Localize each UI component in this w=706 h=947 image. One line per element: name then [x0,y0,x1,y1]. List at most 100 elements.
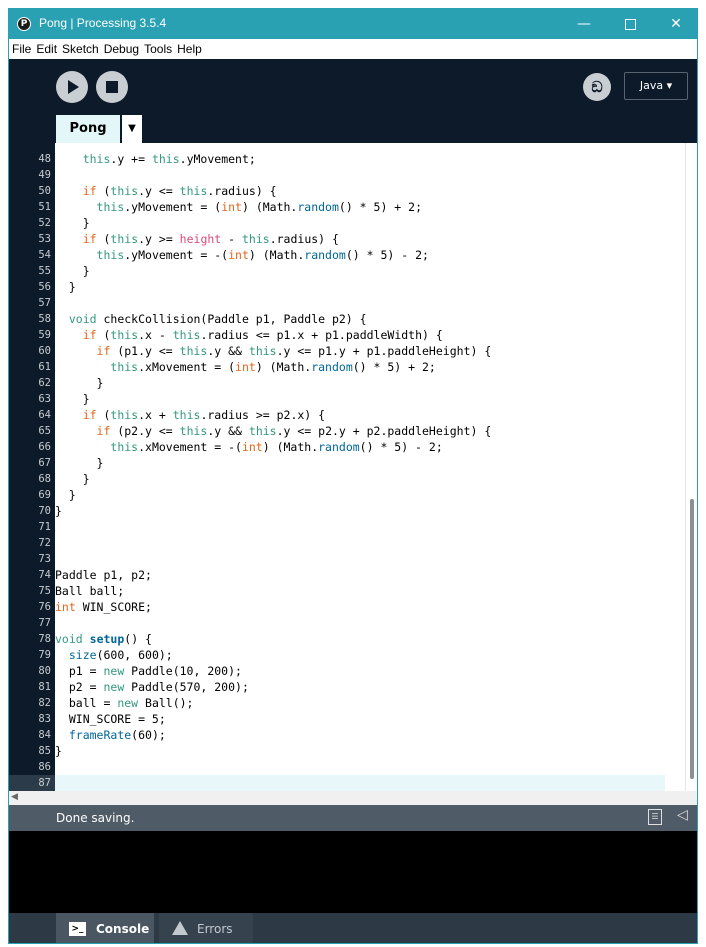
menu-debug[interactable]: Debug [104,42,139,56]
code-line[interactable]: void checkCollision(Paddle p1, Paddle p2… [55,311,665,327]
code-line[interactable]: ball = new Ball(); [55,695,665,711]
code-line[interactable]: } [55,391,665,407]
code-token: () * 5) - 2; [345,248,429,262]
menu-file[interactable]: File [12,42,31,56]
code-line[interactable]: } [55,455,665,471]
code-editor[interactable]: 48 49 50 51 52 53 54 55 56 57 58 59 60 61 62 63 64 65 66 67… [9,143,697,791]
status-bar: Done saving. ☰ ◁ [9,805,697,831]
code-line[interactable]: if (this.y <= this.radius) { [55,183,665,199]
maximize-button[interactable] [607,9,653,39]
code-token: } [55,216,90,230]
menu-sketch[interactable]: Sketch [62,42,99,56]
code-line[interactable]: } [55,263,665,279]
code-text-area[interactable]: this.y += this.yMovement; if (this.y <= … [55,143,685,791]
collapse-arrow-icon[interactable]: ◁ [677,807,688,823]
code-line[interactable] [55,551,665,567]
line-number: 61 [38,361,51,373]
title-bar[interactable]: P Pong | Processing 3.5.4 — ✕ [9,9,697,39]
minimize-button[interactable]: — [561,9,607,39]
code-token: random [318,440,360,454]
code-token: this [151,152,180,166]
code-line[interactable]: this.xMovement = (int) (Math.random() * … [55,359,665,375]
code-token: ( [96,408,111,422]
maximize-icon [624,18,636,30]
tab-errors[interactable]: Errors [159,913,253,943]
horizontal-scrollbar[interactable]: ◀ [9,791,697,805]
code-token: () { [124,632,152,646]
scroll-left-icon[interactable]: ◀ [11,792,18,802]
code-token: this [110,184,139,198]
code-token: ( [96,184,111,198]
vertical-scroll-thumb[interactable] [690,499,694,779]
code-token: if [82,232,97,246]
code-line[interactable]: p1 = new Paddle(10, 200); [55,663,665,679]
line-number: 84 [38,729,51,741]
code-line[interactable]: void setup() { [55,631,665,647]
debug-button[interactable]: ඞ [583,73,611,101]
code-line[interactable]: int WIN_SCORE; [55,599,665,615]
code-line[interactable]: if (p1.y <= this.y && this.y <= p1.y + p… [55,343,665,359]
tab-pong[interactable]: Pong [56,115,120,143]
code-line[interactable]: if (p2.y <= this.y && this.y <= p2.y + p… [55,423,665,439]
run-button[interactable] [56,71,88,103]
line-number: 86 [38,761,51,773]
code-token: ) (Math. [255,360,312,374]
code-line[interactable] [55,519,665,535]
code-line[interactable]: } [55,743,665,759]
code-line[interactable]: } [55,487,665,503]
code-line[interactable]: Ball ball; [55,583,665,599]
line-number: 80 [38,665,51,677]
code-line[interactable]: this.yMovement = (int) (Math.random() * … [55,199,665,215]
console-output[interactable] [9,831,697,913]
menu-tools[interactable]: Tools [144,42,172,56]
code-line[interactable]: this.yMovement = -(int) (Math.random() *… [55,247,665,263]
code-line[interactable]: } [55,215,665,231]
line-number: 76 [38,601,51,613]
stop-button[interactable] [96,71,128,103]
code-line[interactable]: } [55,471,665,487]
clipboard-icon[interactable]: ☰ [648,809,662,825]
menu-edit[interactable]: Edit [36,42,57,56]
code-line[interactable] [55,167,665,183]
code-token: new [103,680,125,694]
code-line[interactable] [55,615,665,631]
code-line[interactable]: if (this.x - this.radius <= p1.x + p1.pa… [55,327,665,343]
code-line[interactable] [55,775,665,791]
line-number: 58 [38,313,51,325]
code-line[interactable] [55,759,665,775]
line-number: 56 [38,281,51,293]
mode-selector[interactable]: Java ▾ [624,72,688,100]
code-line[interactable] [55,295,665,311]
code-token: setup [89,632,125,646]
code-line[interactable]: frameRate(60); [55,727,665,743]
code-line[interactable]: this.y += this.yMovement; [55,151,665,167]
tab-menu-button[interactable]: ▼ [122,115,142,143]
code-line[interactable]: Paddle p1, p2; [55,567,665,583]
code-line[interactable]: if (this.x + this.radius >= p2.x) { [55,407,665,423]
tab-console[interactable]: >_ Console [56,913,154,943]
code-line[interactable]: this.xMovement = -(int) (Math.random() *… [55,439,665,455]
line-number: 65 [38,425,51,437]
line-number: 83 [38,713,51,725]
code-line[interactable]: if (this.y >= height - this.radius) { [55,231,665,247]
line-number: 51 [38,201,51,213]
code-line[interactable]: } [55,279,665,295]
code-line[interactable]: p2 = new Paddle(570, 200); [55,679,665,695]
line-number: 67 [38,457,51,469]
menu-help[interactable]: Help [177,42,202,56]
code-line[interactable]: size(600, 600); [55,647,665,663]
code-line[interactable]: WIN_SCORE = 5; [55,711,665,727]
code-line[interactable]: } [55,375,665,391]
code-token: } [55,488,76,502]
close-button[interactable]: ✕ [653,9,697,39]
code-token: .y <= p2.y + p2.paddleHeight) { [276,424,492,438]
code-line[interactable]: } [55,503,665,519]
code-token: .y <= p1.y + p1.paddleHeight) { [276,344,492,358]
code-line[interactable] [55,535,665,551]
code-token: if [82,184,97,198]
vertical-scrollbar[interactable] [685,143,697,791]
